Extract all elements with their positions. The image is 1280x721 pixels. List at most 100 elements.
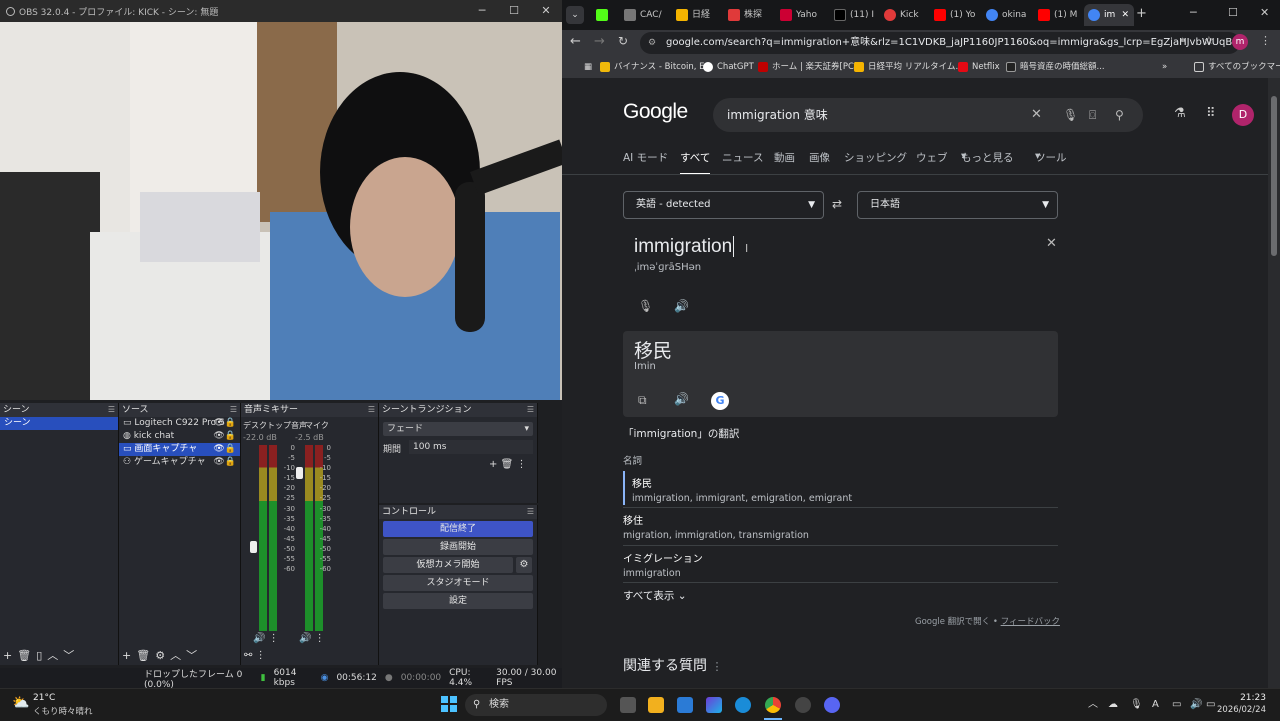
obs-icon[interactable] bbox=[795, 697, 811, 713]
speaker-icon[interactable]: 🔊 bbox=[674, 392, 689, 406]
close-tab-icon[interactable]: ✕ bbox=[1121, 4, 1129, 26]
source-item[interactable]: ▭ Logitech C922 Pro S 👁🔒 bbox=[119, 417, 240, 430]
tray-chevron-icon[interactable]: ︿ bbox=[1088, 689, 1098, 721]
start-virtual-camera-button[interactable]: 仮想カメラ開始 bbox=[383, 557, 513, 573]
source-item[interactable]: ⚇ ゲームキャプチャ 👁🔒 bbox=[119, 456, 240, 469]
stop-streaming-button[interactable]: 配信終了 bbox=[383, 521, 533, 537]
tab[interactable]: (11) I bbox=[830, 4, 880, 26]
tab[interactable]: okina bbox=[982, 4, 1034, 26]
duration-spinbox[interactable]: 100 ms bbox=[409, 440, 533, 454]
tab-shopping[interactable]: ショッピング bbox=[844, 150, 907, 165]
dock-menu-icon[interactable]: ☰ bbox=[527, 403, 534, 417]
bookmark-item[interactable]: 暗号資産の時価総額... bbox=[1006, 56, 1105, 78]
bookmark-item[interactable]: ホーム | 楽天証券[PC] bbox=[758, 56, 857, 78]
gear-icon[interactable]: ⚙ bbox=[155, 649, 165, 662]
visibility-lock-icons[interactable]: 👁🔒 bbox=[213, 430, 236, 443]
mic-volume-slider[interactable] bbox=[296, 467, 303, 479]
apps-icon[interactable]: ▦ bbox=[570, 56, 592, 78]
visibility-lock-icons[interactable]: 👁🔒 bbox=[213, 456, 236, 469]
new-tab-icon[interactable]: + bbox=[1136, 6, 1147, 21]
maximize-button[interactable]: ☐ bbox=[498, 0, 530, 22]
tab-tools[interactable]: ツール ▾ bbox=[1035, 150, 1067, 164]
discord-icon[interactable] bbox=[824, 697, 840, 713]
task-view-icon[interactable] bbox=[620, 697, 636, 713]
show-all-link[interactable]: すべて表示 ⌄ bbox=[623, 588, 687, 603]
labs-icon[interactable]: ⚗ bbox=[1174, 106, 1186, 121]
filter-icon[interactable]: ▯ bbox=[36, 649, 42, 662]
location-icon[interactable]: ⌖ bbox=[1180, 35, 1186, 46]
profile-avatar[interactable]: m bbox=[1232, 34, 1248, 50]
add-icon[interactable]: + bbox=[122, 649, 131, 662]
add-icon[interactable]: + bbox=[3, 649, 12, 662]
source-item[interactable]: ◍ kick chat 👁🔒 bbox=[119, 430, 240, 443]
minimize-button[interactable]: ─ bbox=[466, 0, 498, 22]
windows-start-icon[interactable] bbox=[441, 696, 457, 712]
studio-mode-button[interactable]: スタジオモード bbox=[383, 575, 533, 591]
site-info-icon[interactable]: ⚙ bbox=[648, 32, 656, 54]
tab[interactable]: CAC/ bbox=[620, 4, 670, 26]
tab-ai-mode[interactable]: AI モード bbox=[623, 150, 668, 165]
google-g-icon[interactable]: G bbox=[711, 392, 729, 410]
bookmark-item[interactable]: ChatGPT bbox=[703, 56, 754, 78]
chevron-up-icon[interactable]: ︿ bbox=[170, 649, 181, 662]
tab[interactable]: (1) Yo bbox=[930, 4, 982, 26]
translation-entry[interactable]: 移民 immigration, immigrant, emigration, e… bbox=[623, 471, 852, 505]
tab[interactable]: 株探 bbox=[724, 4, 774, 26]
all-bookmarks[interactable]: すべてのブックマーク bbox=[1194, 56, 1280, 78]
dock-menu-icon[interactable]: ☰ bbox=[527, 505, 534, 519]
open-google-translate-link[interactable]: Google 翻訳で開く bbox=[915, 617, 990, 627]
start-recording-button[interactable]: 録画開始 bbox=[383, 539, 533, 555]
battery-icon[interactable]: ▭ bbox=[1206, 689, 1215, 721]
bookmark-item[interactable]: Netflix bbox=[958, 56, 1000, 78]
speaker-icon[interactable]: 🔊 ⋮ bbox=[299, 633, 325, 644]
lens-icon[interactable]: ⌼ bbox=[1089, 98, 1096, 132]
trash-icon[interactable]: 🗑 bbox=[136, 649, 150, 662]
tab[interactable]: 日経 bbox=[672, 4, 722, 26]
close-button[interactable]: ✕ bbox=[530, 0, 562, 22]
weather-icon[interactable]: ⛅ bbox=[12, 695, 29, 711]
tab-videos[interactable]: 動画 bbox=[774, 150, 795, 165]
store-icon[interactable] bbox=[677, 697, 693, 713]
tab-images[interactable]: 画像 bbox=[809, 150, 830, 165]
weather-temp[interactable]: 21°C bbox=[33, 693, 55, 703]
forward-icon[interactable]: → bbox=[594, 34, 605, 49]
search-icon[interactable]: ⚲ bbox=[1115, 98, 1124, 132]
reload-icon[interactable]: ↻ bbox=[618, 34, 628, 48]
edge-icon[interactable] bbox=[735, 697, 751, 713]
file-explorer-icon[interactable] bbox=[648, 697, 664, 713]
visibility-lock-icons[interactable]: 👁🔒 bbox=[213, 443, 236, 456]
tab-search-icon[interactable]: ⌄ bbox=[566, 6, 584, 24]
network-icon[interactable]: ▭ bbox=[1172, 689, 1181, 721]
source-item[interactable]: ▭ 画面キャプチャ 👁🔒 bbox=[119, 443, 240, 456]
settings-button[interactable]: 設定 bbox=[383, 593, 533, 609]
mic-icon[interactable]: 🎙 bbox=[1063, 98, 1078, 132]
dock-menu-icon[interactable]: ☰ bbox=[108, 403, 115, 417]
ime-icon[interactable]: A bbox=[1152, 689, 1159, 721]
dock-menu-icon[interactable]: ☰ bbox=[368, 403, 375, 417]
add-icon[interactable]: + bbox=[489, 459, 497, 470]
menu-icon[interactable]: ⋮ bbox=[1260, 34, 1271, 47]
chevron-down-icon[interactable]: ﹀ bbox=[186, 649, 197, 662]
search-input[interactable]: immigration 意味 ✕ 🎙 ⌼ ⚲ bbox=[713, 98, 1143, 132]
onedrive-icon[interactable]: ☁ bbox=[1108, 689, 1118, 721]
mic-tray-icon[interactable]: 🎙 bbox=[1130, 689, 1143, 721]
maximize-button[interactable]: ☐ bbox=[1228, 6, 1238, 19]
weather-desc[interactable]: くもり時々晴れ bbox=[33, 705, 93, 717]
trash-icon[interactable]: 🗑 bbox=[501, 459, 514, 470]
source-language-select[interactable]: 英語 - detected ▼ bbox=[623, 191, 824, 219]
bookmark-item[interactable]: 日経平均 リアルタイム... bbox=[854, 56, 964, 78]
scrollbar-thumb[interactable] bbox=[1271, 96, 1277, 256]
tab-active[interactable]: im ✕ bbox=[1084, 4, 1134, 26]
clear-icon[interactable]: ✕ bbox=[1031, 98, 1042, 132]
speaker-icon[interactable]: 🔊 bbox=[674, 299, 689, 313]
scrollbar[interactable] bbox=[1268, 78, 1280, 688]
clock-time[interactable]: 21:23 bbox=[1232, 693, 1266, 703]
scene-item[interactable]: シーン bbox=[0, 417, 118, 430]
address-bar[interactable]: ⚙ google.com/search?q=immigration+意味&rlz… bbox=[640, 32, 1240, 54]
bookmark-item[interactable]: バイナンス - Bitcoin, E... bbox=[600, 56, 713, 78]
volume-icon[interactable]: 🔊 bbox=[1190, 689, 1202, 721]
source-text[interactable]: immigration bbox=[634, 236, 735, 258]
chevron-down-icon[interactable]: ﹀ bbox=[63, 649, 74, 662]
more-icon[interactable]: ⋮ bbox=[516, 459, 526, 470]
chevron-up-icon[interactable]: ︿ bbox=[47, 649, 58, 662]
